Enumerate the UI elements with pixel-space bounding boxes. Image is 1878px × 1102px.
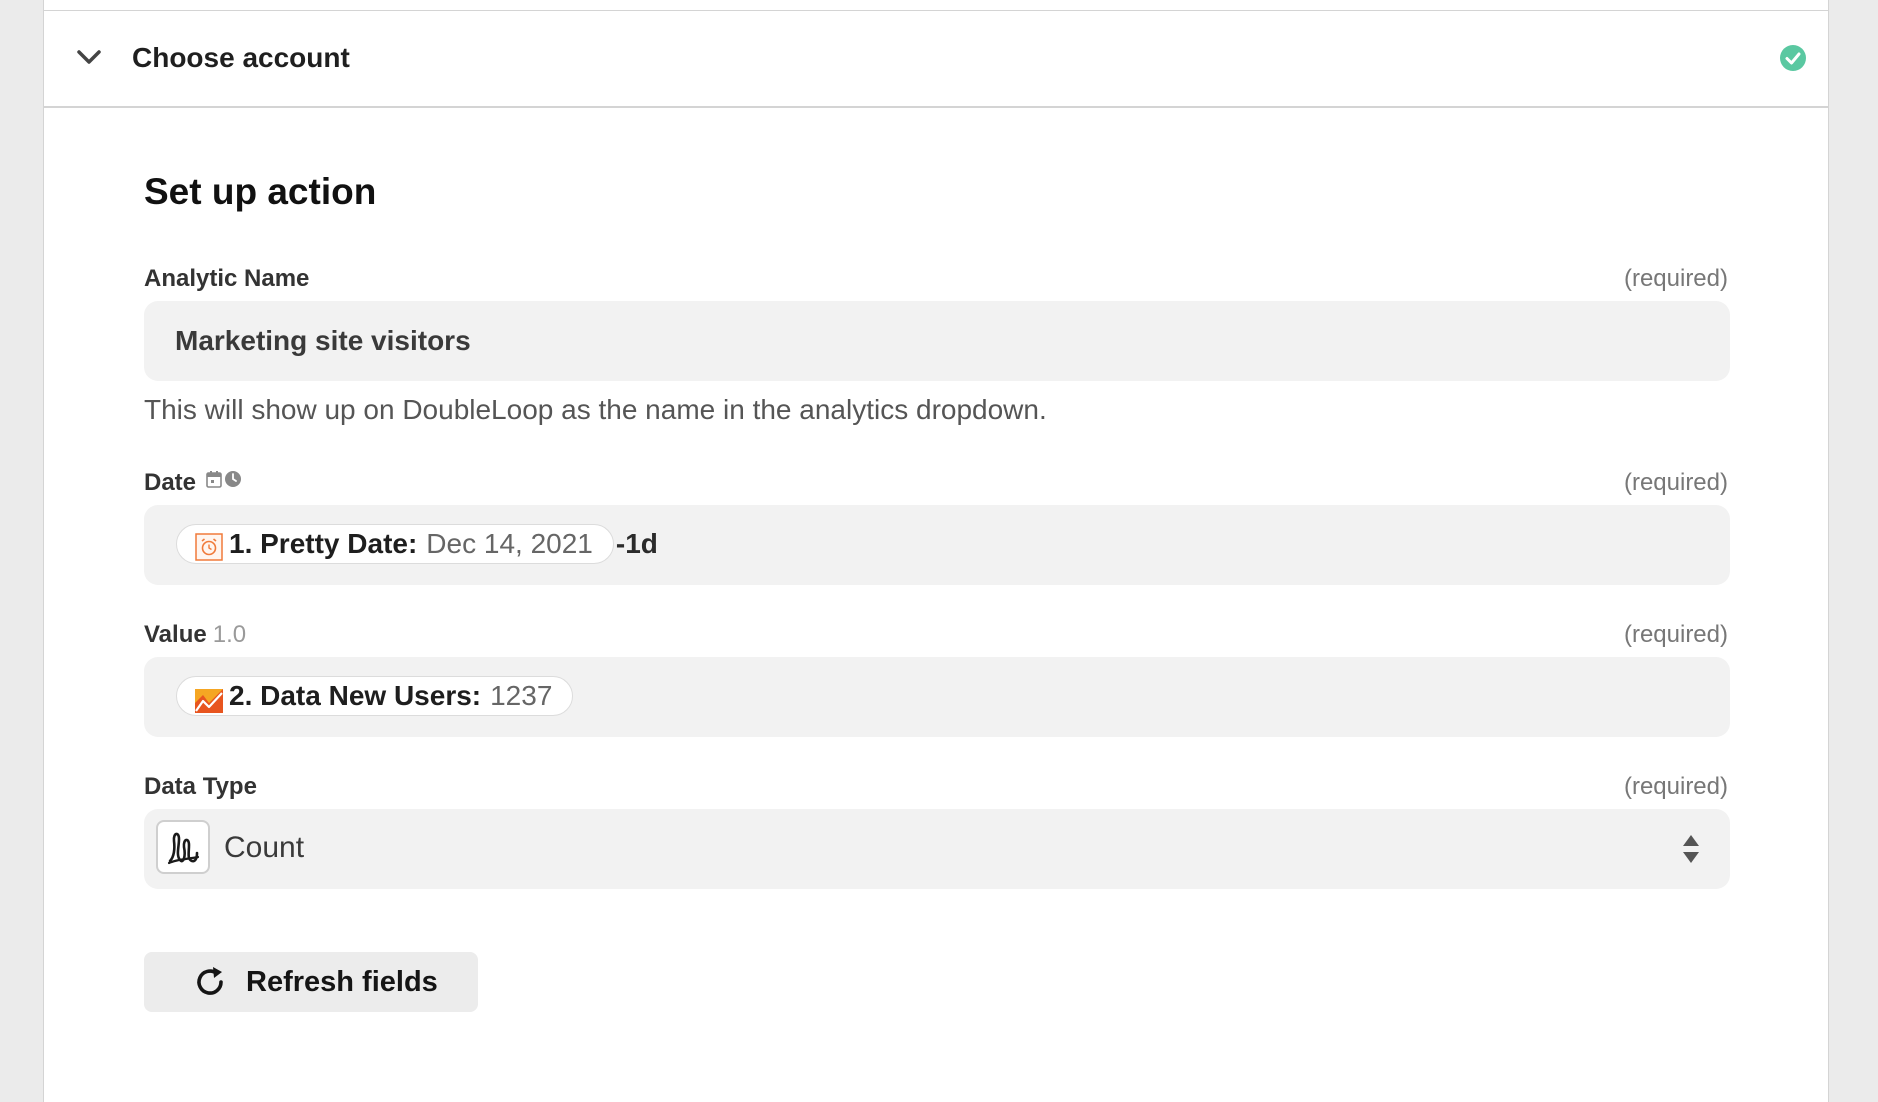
- date-pill-value: Dec 14, 2021: [426, 528, 593, 559]
- clock-icon: [225, 471, 242, 487]
- doubleloop-glyph: [167, 832, 200, 865]
- value-label: Value 1.0: [144, 620, 246, 650]
- analytics-chart-icon: [195, 689, 223, 713]
- date-label: Date: [144, 468, 242, 498]
- calendar-icon: [206, 471, 222, 488]
- refresh-icon: [197, 967, 223, 995]
- refresh-fields-label: Refresh fields: [246, 966, 438, 998]
- action-panel: Choose account Set up action Analytic Na…: [43, 0, 1829, 1102]
- date-pill-label: 1. Pretty Date:: [229, 528, 418, 559]
- data-type-label-text: Data Type: [144, 773, 257, 800]
- analytic-name-input[interactable]: Marketing site visitors: [144, 301, 1730, 381]
- analytic-name-help: This will show up on DoubleLoop as the n…: [144, 394, 1047, 425]
- value-required: (required): [1623, 621, 1728, 648]
- value-input[interactable]: 2. Data New Users: 1237: [144, 657, 1730, 737]
- analytic-name-required: (required): [1623, 265, 1728, 292]
- date-type-icons: [206, 470, 242, 488]
- value-label-text: Value: [144, 621, 207, 648]
- date-label-text: Date: [144, 469, 197, 496]
- date-mapped-pill[interactable]: 1. Pretty Date: Dec 14, 2021: [176, 524, 614, 564]
- analytic-name-value[interactable]: Marketing site visitors: [175, 323, 471, 359]
- data-type-label: Data Type: [144, 772, 257, 802]
- chevron-down-icon[interactable]: [76, 47, 102, 67]
- data-type-required: (required): [1623, 773, 1728, 800]
- analytic-name-label-text: Analytic Name: [144, 265, 310, 292]
- choose-account-title[interactable]: Choose account: [132, 41, 350, 75]
- date-input[interactable]: 1. Pretty Date: Dec 14, 2021 -1d: [144, 505, 1730, 585]
- date-offset-text[interactable]: -1d: [616, 526, 658, 562]
- sort-arrows-icon[interactable]: [1682, 833, 1700, 865]
- analytic-name-label: Analytic Name: [144, 264, 309, 294]
- value-pill-label: 2. Data New Users:: [229, 680, 482, 711]
- refresh-fields-button[interactable]: Refresh fields: [144, 952, 478, 1012]
- date-value-row: 1. Pretty Date: Dec 14, 2021 -1d: [176, 523, 658, 565]
- check-circle-icon: [1780, 45, 1806, 71]
- setup-action-title: Set up action: [144, 171, 377, 212]
- value-pill-value: 1237: [490, 680, 553, 711]
- data-type-selected-value[interactable]: Count: [224, 829, 304, 867]
- value-label-hint: 1.0: [212, 621, 247, 648]
- doubleloop-logo-icon: [156, 820, 210, 874]
- value-value-row: 2. Data New Users: 1237: [176, 675, 574, 717]
- date-required: (required): [1623, 469, 1728, 496]
- alarm-clock-icon: [195, 533, 223, 561]
- value-mapped-pill[interactable]: 2. Data New Users: 1237: [176, 676, 574, 716]
- data-type-select[interactable]: Count: [144, 809, 1730, 889]
- choose-account-section[interactable]: Choose account: [44, 10, 1828, 108]
